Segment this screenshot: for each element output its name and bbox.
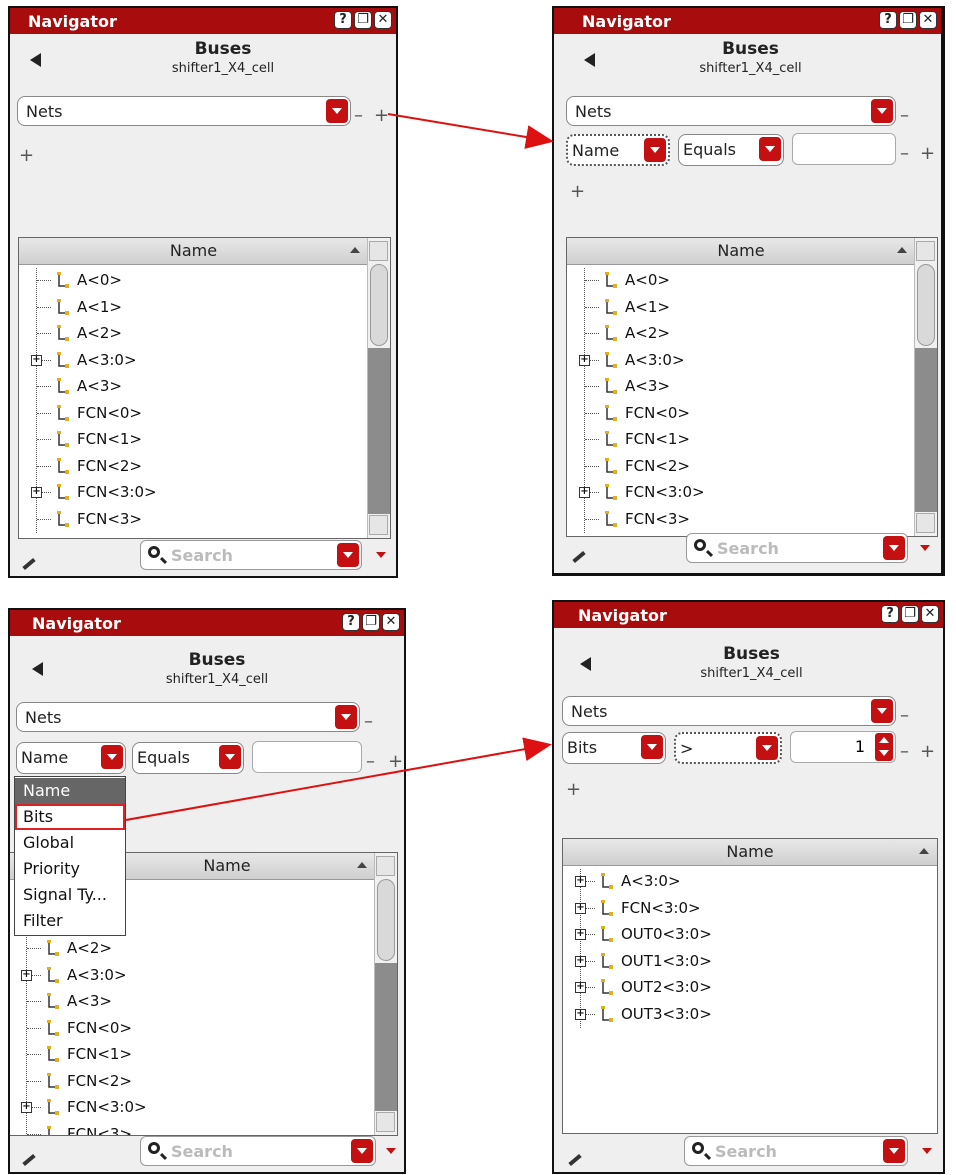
arrow-bits-to-result: [125, 737, 552, 821]
flow-arrows: [125, 113, 554, 821]
arrow-add-to-filter: [387, 113, 554, 149]
